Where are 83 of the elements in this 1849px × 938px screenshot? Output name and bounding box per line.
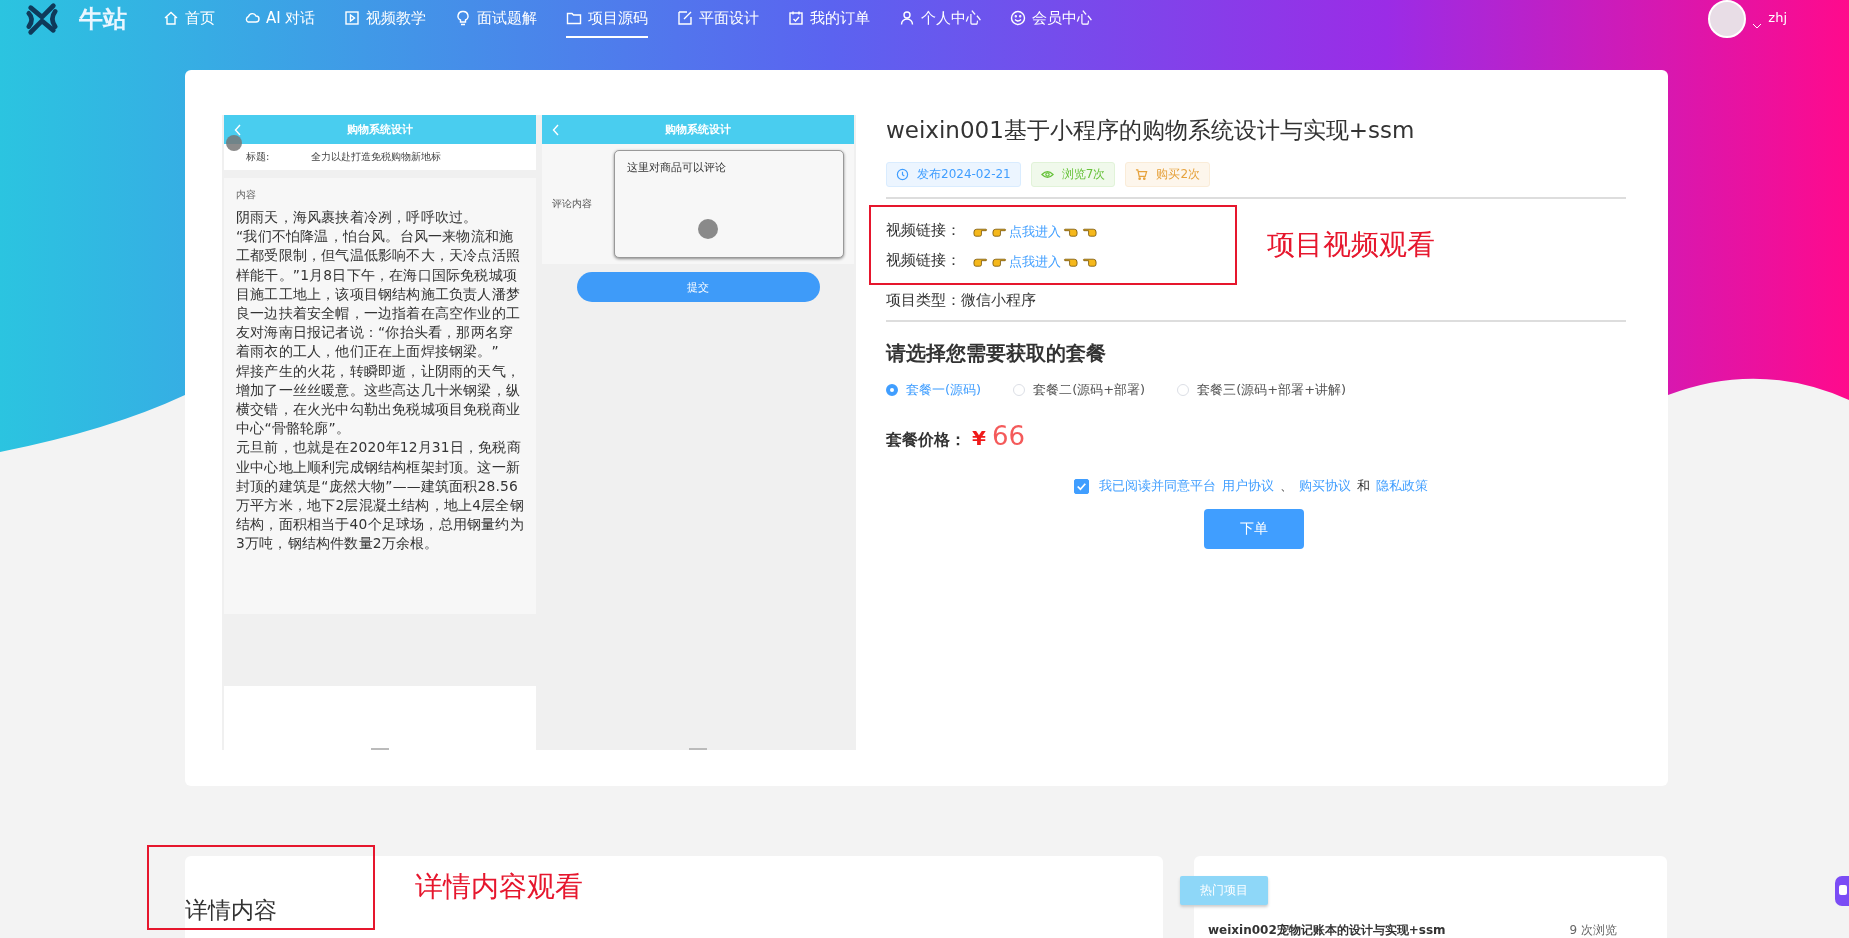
currency-sign: ¥ <box>972 426 986 450</box>
article-paragraph: 阴雨天，海风裹挟着冷冽，呼呼吹过。 <box>236 208 479 227</box>
user-icon <box>899 10 916 26</box>
folder-icon <box>566 10 583 26</box>
field-label: 项目类型： <box>886 291 961 310</box>
view-count: 9 次浏览 <box>1569 922 1617 938</box>
field-label: 标题: <box>246 150 270 164</box>
logo-icon[interactable] <box>25 2 59 36</box>
handle-bar <box>689 748 707 750</box>
package-radio[interactable]: 套餐二(源码+部署) <box>1013 381 1146 399</box>
article-paragraph: “我们不怕降温，怕台风。台风一来物流和施工都受限制，但气温低影响不大，天冷点活照样能干。”1月8日下午，在海口国际免税城项目施工工地上，该项目钢结构施工负责人潘梦良一边扶着安全帽，一边指着在高空作业的工友对海南日报记者说：“你抬头看，那两名穿着雨衣的工人，他们正在上面焊接钢梁。” <box>236 227 521 362</box>
pointing-hand-icon <box>973 226 988 238</box>
purchase-agreement-link[interactable]: 购买协议 <box>1299 477 1351 495</box>
back-icon <box>234 123 242 136</box>
user-name[interactable]: zhj <box>1768 9 1787 25</box>
chat-icon[interactable] <box>1835 876 1849 906</box>
nav-link[interactable]: 项目源码 <box>566 0 649 38</box>
edit-icon <box>677 10 694 26</box>
price-label: 套餐价格： <box>886 430 966 451</box>
agreement-checkbox[interactable] <box>1074 478 1089 494</box>
comment-field[interactable]: 这里对商品可以评论 <box>614 150 844 258</box>
pointing-hand-icon <box>1063 226 1078 238</box>
separator-text: 、 <box>1280 477 1293 495</box>
field-value: 全力以赴打造免税购物新地标 <box>311 150 442 164</box>
user-agreement-link[interactable]: 用户协议 <box>1222 477 1274 495</box>
pointing-hand-icon <box>973 256 988 268</box>
nav-link[interactable]: 我的订单 <box>788 0 871 38</box>
nav-link[interactable]: 视频教学 <box>344 0 427 38</box>
info-tag: 浏览7次 <box>1030 162 1116 187</box>
eye-icon <box>1040 168 1054 181</box>
field-label: 视频链接： <box>886 250 961 270</box>
conjunction-text: 和 <box>1357 477 1370 495</box>
project-link[interactable]: weixin002宠物记账本的设计与实现+ssm <box>1208 922 1446 938</box>
screen-title: 购物系统设计 <box>665 122 731 137</box>
play-icon <box>344 10 361 26</box>
nav-link[interactable]: 面试题解 <box>455 0 538 38</box>
video-link[interactable]: 点我进入 <box>1009 253 1061 271</box>
agreement-text: 我已阅读并同意平台 <box>1099 477 1216 495</box>
section-heading: 请选择您需要获取的套餐 <box>886 340 1107 367</box>
annotation-text: 项目视频观看 <box>1267 227 1435 263</box>
nav-link[interactable]: AI 对话 <box>244 0 316 38</box>
nav-link[interactable]: 首页 <box>163 0 215 38</box>
pointing-hand-icon <box>1063 256 1078 268</box>
cart-icon <box>1135 168 1149 181</box>
home-icon <box>163 10 179 26</box>
field-label: 评论内容 <box>552 197 592 211</box>
handle-bar <box>371 748 389 750</box>
article-paragraph: 焊接产生的火花，转瞬即逝，让阴雨的天气，增加了一丝丝暖意。这些高达几十米钢梁，纵横交错，在火光中勾勒出免税城项目免税商业中心“骨骼轮廓”。 <box>236 361 521 439</box>
nav-link[interactable]: 平面设计 <box>677 0 760 38</box>
info-tag: 购买2次 <box>1125 162 1211 187</box>
privacy-policy-link[interactable]: 隐私政策 <box>1376 477 1428 495</box>
cloud-icon <box>244 10 260 26</box>
package-radio[interactable]: 套餐三(源码+部署+讲解) <box>1177 381 1347 399</box>
field-value: 微信小程序 <box>961 291 1036 310</box>
touch-dot <box>226 135 242 151</box>
order-button[interactable]: 下单 <box>1204 509 1304 549</box>
annotation-text: 详情内容观看 <box>415 869 583 905</box>
pointing-hand-icon <box>992 226 1007 238</box>
calendar-icon <box>788 10 805 26</box>
package-radio[interactable]: 套餐一(源码) <box>886 381 982 399</box>
section-heading: 详情内容 <box>185 896 277 925</box>
back-icon <box>552 123 560 136</box>
lightbulb-icon <box>455 10 472 26</box>
video-link[interactable]: 点我进入 <box>1009 223 1061 241</box>
field-label: 视频链接： <box>886 220 961 240</box>
clock-icon <box>896 168 909 181</box>
smile-icon <box>1010 10 1027 26</box>
submit-button[interactable]: 提交 <box>576 272 820 302</box>
site-logo-text[interactable]: 牛站 <box>79 3 127 35</box>
nav-link[interactable]: 个人中心 <box>899 0 982 38</box>
touch-dot <box>698 219 718 239</box>
pointing-hand-icon <box>1082 256 1097 268</box>
info-tag: 发布2024-02-21 <box>886 162 1021 187</box>
project-title: weixin001基于小程序的购物系统设计与实现+ssm <box>886 116 1416 145</box>
field-label: 内容 <box>236 188 257 202</box>
section-badge: 热门项目 <box>1180 876 1268 905</box>
article-paragraph: 元旦前，也就是在2020年12月31日，免税商业中心地上顺利完成钢结构框架封顶。这一新封顶的建筑是“庞然大物”——建筑面积28.56万平方米，地下2层混凝土结构，地上4层全钢结构，面积相当于40个足球场，总用钢量约为3万吨，钢结构件数量2万余根。 <box>236 438 524 554</box>
pointing-hand-icon <box>992 256 1007 268</box>
nav-link[interactable]: 会员中心 <box>1010 0 1093 38</box>
screen-title: 购物系统设计 <box>347 122 413 137</box>
caret-icon[interactable] <box>1752 23 1763 29</box>
pointing-hand-icon <box>1082 226 1097 238</box>
price-value: 66 <box>991 421 1025 451</box>
